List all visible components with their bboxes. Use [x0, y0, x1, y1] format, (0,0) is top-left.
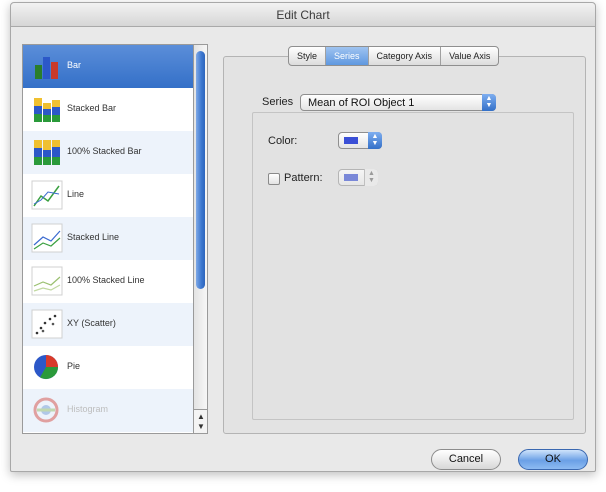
series-value: Mean of ROI Object 1: [308, 97, 415, 109]
chart-type-label: Histogram: [67, 404, 109, 414]
chart-type-pie[interactable]: Pie: [23, 346, 193, 389]
series-popup[interactable]: Mean of ROI Object 1 ▲ ▼: [300, 94, 496, 111]
scroll-up-icon[interactable]: ▲: [197, 413, 205, 421]
chart-type-label: XY (Scatter): [67, 318, 116, 328]
color-swatch: [344, 137, 358, 144]
chart-type-label: Stacked Bar: [67, 103, 117, 113]
pattern-popup[interactable]: ▲ ▼: [338, 169, 378, 186]
chart-type-label: 100% Stacked Line: [67, 275, 145, 285]
series-label: Series: [262, 96, 294, 108]
chart-type-percent-stacked-line[interactable]: 100% Stacked Line: [23, 260, 193, 303]
tab-bar: Style Series Category Axis Value Axis: [288, 46, 500, 66]
line-chart-icon: [31, 180, 63, 210]
chart-type-histogram[interactable]: Histogram: [23, 389, 193, 432]
dialog-title: Edit Chart: [11, 3, 595, 27]
percent-stacked-line-icon: [31, 266, 63, 296]
pattern-label: Pattern:: [284, 172, 323, 184]
chart-type-stacked-bar[interactable]: Stacked Bar: [23, 88, 193, 131]
stacked-bar-icon: [31, 94, 63, 124]
chart-type-label: Stacked Line: [67, 232, 120, 242]
chart-type-label: Line: [67, 189, 85, 199]
scroll-down-icon[interactable]: ▼: [197, 423, 205, 431]
chart-type-stacked-line[interactable]: Stacked Line: [23, 217, 193, 260]
tab-style[interactable]: Style: [289, 47, 325, 65]
stacked-line-icon: [31, 223, 63, 253]
scrollbar-thumb[interactable]: [196, 51, 205, 289]
chart-type-line[interactable]: Line: [23, 174, 193, 217]
pattern-swatch: [344, 174, 358, 181]
ok-button[interactable]: OK: [518, 449, 588, 470]
color-label: Color:: [268, 135, 298, 147]
cancel-button[interactable]: Cancel: [431, 449, 501, 470]
chart-type-label: Bar: [67, 60, 82, 70]
histogram-icon: [31, 395, 63, 425]
series-settings-box: [252, 112, 574, 420]
scatter-chart-icon: [31, 309, 63, 339]
pattern-checkbox[interactable]: [268, 173, 280, 185]
pie-chart-icon: [31, 352, 63, 382]
chart-type-bar[interactable]: Bar: [23, 45, 193, 88]
tab-category-axis[interactable]: Category Axis: [367, 47, 441, 65]
percent-stacked-bar-icon: [31, 137, 63, 167]
tab-value-axis[interactable]: Value Axis: [440, 47, 498, 65]
chart-type-scatter[interactable]: XY (Scatter): [23, 303, 193, 346]
bar-chart-icon: [31, 51, 63, 81]
chart-type-percent-stacked-bar[interactable]: 100% Stacked Bar: [23, 131, 193, 174]
chart-type-list[interactable]: Bar Stacked Bar 100% Stacked Bar Line St…: [22, 44, 194, 434]
chevron-updown-icon: ▲ ▼: [368, 132, 382, 149]
chevron-updown-icon: ▲ ▼: [364, 169, 378, 186]
chart-type-label: 100% Stacked Bar: [67, 146, 142, 156]
color-popup[interactable]: ▲ ▼: [338, 132, 382, 149]
chart-type-label: Pie: [67, 361, 81, 371]
chevron-updown-icon: ▲ ▼: [482, 94, 496, 111]
chart-list-scrollbar[interactable]: ▲ ▼: [194, 44, 208, 434]
tab-series[interactable]: Series: [325, 47, 368, 65]
scroll-arrows[interactable]: ▲ ▼: [194, 409, 207, 433]
